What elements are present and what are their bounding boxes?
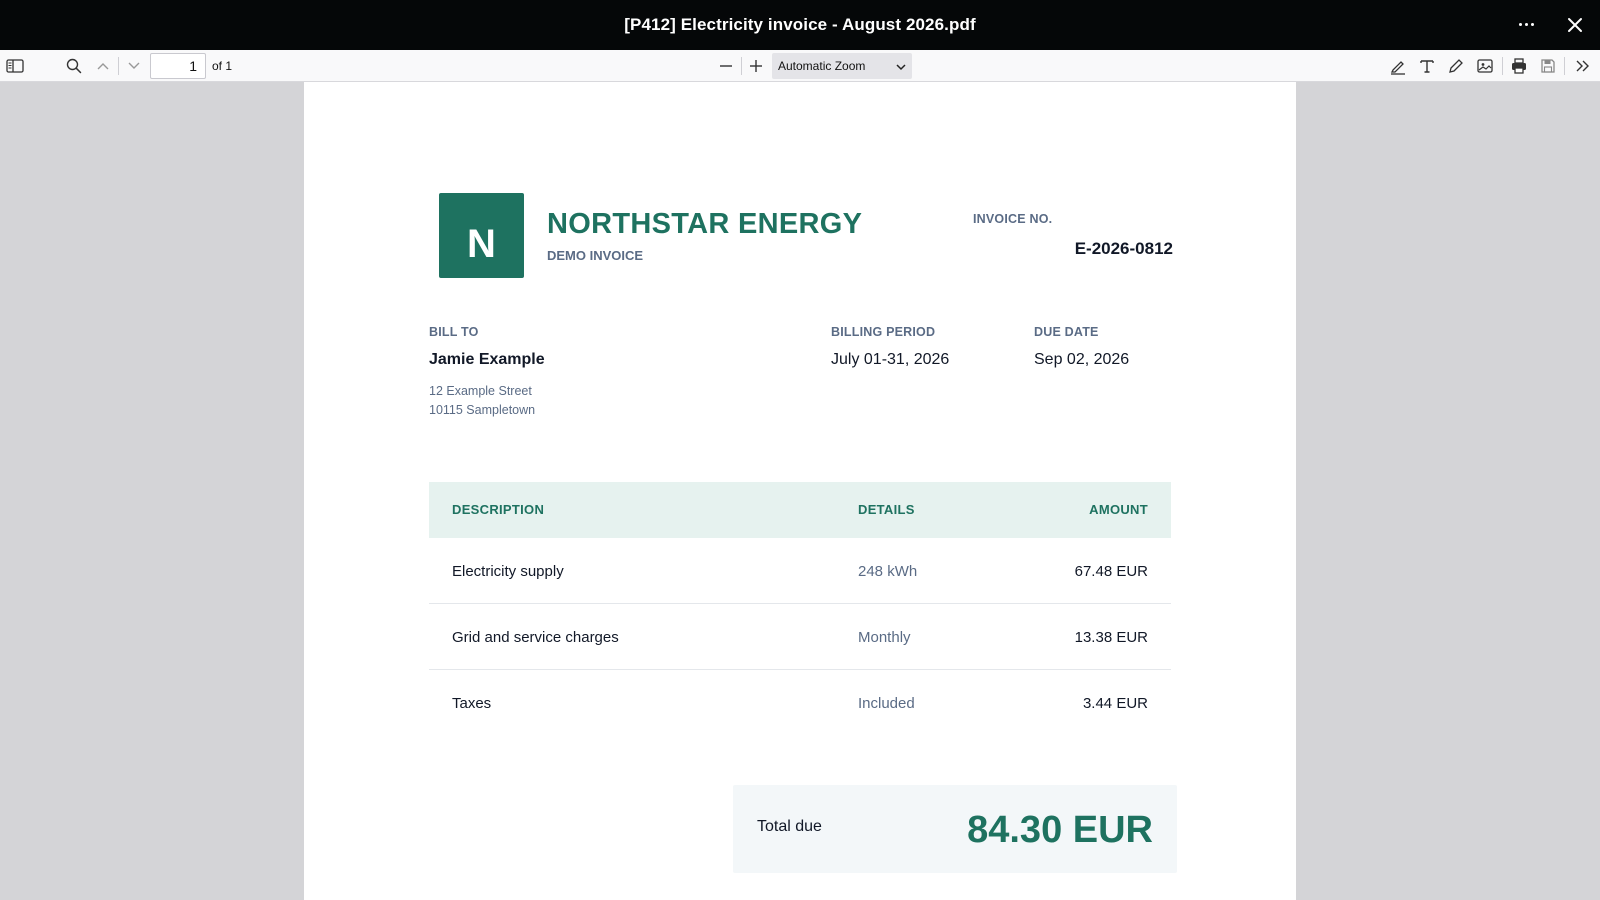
- header-details: DETAILS: [858, 502, 915, 517]
- toolbar-divider: [741, 57, 742, 75]
- due-date-value: Sep 02, 2026: [1034, 351, 1130, 368]
- invoice-subtitle: DEMO INVOICE: [547, 248, 644, 263]
- chevron-down-icon[interactable]: [123, 56, 145, 76]
- header-amount: AMOUNT: [1089, 502, 1148, 517]
- table-row: Electricity supply 248 kWh 67.48 EUR: [429, 538, 1171, 604]
- row-amount: 67.48 EUR: [1074, 563, 1148, 580]
- zoom-in-icon[interactable]: [745, 56, 767, 76]
- table-row: Taxes Included 3.44 EUR: [429, 670, 1171, 736]
- toolbar-divider: [1502, 57, 1503, 75]
- image-icon[interactable]: [1474, 56, 1496, 76]
- sidebar-toggle-icon[interactable]: [4, 56, 26, 76]
- invoice-no-value: E-2026-0812: [1074, 239, 1173, 258]
- draw-icon[interactable]: [1445, 56, 1467, 76]
- row-description: Electricity supply: [452, 563, 564, 580]
- table-header: DESCRIPTION DETAILS AMOUNT: [429, 482, 1171, 538]
- title-bar: [P412] Electricity invoice - August 2026…: [0, 0, 1600, 50]
- invoice-no-label: INVOICE NO.: [973, 212, 1053, 226]
- chevron-down-icon: [896, 60, 906, 74]
- page-count: of 1: [212, 59, 233, 73]
- company-logo: N: [439, 193, 524, 278]
- billing-period-label: BILLING PERIOD: [831, 325, 936, 339]
- window-title: [P412] Electricity invoice - August 2026…: [624, 15, 976, 34]
- total-due-label: Total due: [757, 818, 822, 835]
- double-chevron-right-icon[interactable]: [1572, 56, 1594, 76]
- save-icon[interactable]: [1537, 56, 1559, 76]
- zoom-select-value: Automatic Zoom: [778, 59, 866, 73]
- document-viewer[interactable]: N NORTHSTAR ENERGY DEMO INVOICE INVOICE …: [0, 82, 1600, 900]
- table-row: Grid and service charges Monthly 13.38 E…: [429, 604, 1171, 670]
- total-due-box: Total due 84.30 EUR: [733, 785, 1177, 873]
- address-line-1: 12 Example Street: [429, 384, 532, 398]
- row-details: Monthly: [858, 629, 911, 646]
- row-details: 248 kWh: [858, 563, 918, 580]
- line-items-table: DESCRIPTION DETAILS AMOUNT Electricity s…: [429, 482, 1171, 736]
- row-description: Grid and service charges: [452, 629, 619, 646]
- more-icon[interactable]: [1516, 9, 1536, 39]
- toolbar-divider: [118, 57, 119, 75]
- billing-period-value: July 01-31, 2026: [831, 351, 950, 368]
- text-icon[interactable]: [1416, 56, 1438, 76]
- row-amount: 13.38 EUR: [1074, 629, 1148, 646]
- total-due-value: 84.30 EUR: [967, 809, 1153, 851]
- page-number-input[interactable]: [150, 53, 206, 79]
- search-icon[interactable]: [63, 56, 85, 76]
- pdf-page: N NORTHSTAR ENERGY DEMO INVOICE INVOICE …: [304, 82, 1296, 900]
- zoom-out-icon[interactable]: [715, 56, 737, 76]
- toolbar-divider: [1564, 57, 1565, 75]
- row-details: Included: [858, 695, 915, 712]
- address-line-2: 10115 Sampletown: [429, 403, 536, 417]
- header-description: DESCRIPTION: [452, 502, 545, 517]
- zoom-select[interactable]: Automatic Zoom: [772, 53, 912, 79]
- row-amount: 3.44 EUR: [1082, 695, 1148, 712]
- chevron-up-icon[interactable]: [92, 56, 114, 76]
- highlight-icon[interactable]: [1387, 56, 1409, 76]
- customer-name: Jamie Example: [429, 351, 545, 368]
- due-date-label: DUE DATE: [1034, 325, 1099, 339]
- row-description: Taxes: [452, 695, 492, 712]
- bill-to-label: BILL TO: [429, 325, 479, 339]
- print-icon[interactable]: [1508, 56, 1530, 76]
- close-icon[interactable]: [1565, 15, 1585, 35]
- company-name: NORTHSTAR ENERGY: [547, 208, 863, 240]
